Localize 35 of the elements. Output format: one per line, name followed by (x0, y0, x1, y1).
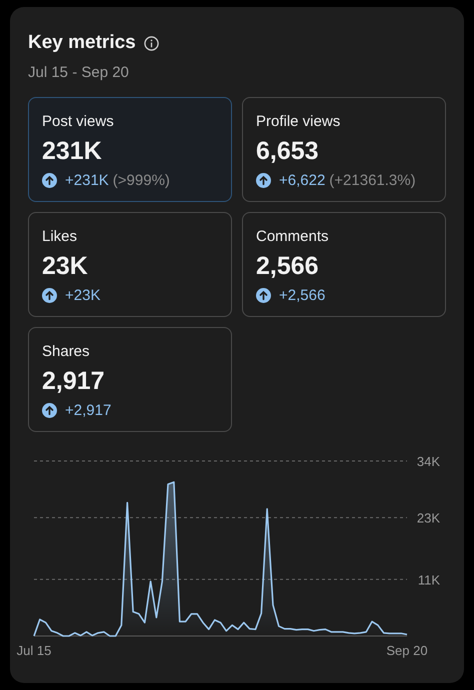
change-value: +6,622 (279, 170, 326, 190)
arrow-up-icon (42, 403, 57, 418)
metric-tile[interactable]: Shares 2,917 +2,917 (28, 327, 232, 432)
change-value: +231K (65, 170, 109, 190)
change-value: +2,917 (65, 400, 112, 420)
y-tick-label: 11K (418, 572, 440, 588)
metric-label: Profile views (256, 112, 342, 132)
metric-value: 2,566 (256, 250, 320, 280)
y-tick-label: 23K (416, 510, 440, 526)
date-range: Jul 15 - Sep 20 (28, 62, 130, 82)
metric-value: 23K (42, 250, 89, 280)
info-icon[interactable] (144, 36, 159, 51)
card-title: Key metrics (28, 31, 136, 55)
metric-label: Post views (42, 112, 115, 132)
metric-tile[interactable]: Comments 2,566 +2,566 (242, 212, 446, 317)
change-value: +23K (65, 286, 100, 306)
change-percent: (>999%) (112, 170, 170, 190)
change-percent: (+21361.3%) (329, 170, 416, 190)
metric-value: 231K (42, 136, 103, 166)
metric-tile[interactable]: Profile views 6,653 +6,622 (+21361.3%) (242, 97, 446, 202)
metric-label: Shares (42, 342, 91, 362)
x-tick-label: Sep 20 (386, 643, 428, 658)
metric-value: 2,917 (42, 366, 106, 396)
metric-value: 6,653 (256, 136, 320, 166)
metric-tile[interactable]: Post views 231K +231K (>999%) (28, 97, 232, 202)
arrow-up-icon (42, 173, 57, 188)
x-tick-label: Jul 15 (16, 643, 52, 658)
arrow-up-icon (42, 288, 57, 304)
y-tick-label: 34K (416, 454, 440, 469)
arrow-up-icon (256, 173, 271, 188)
arrow-up-icon (256, 288, 271, 304)
metric-label: Likes (42, 227, 78, 247)
metric-tile[interactable]: Likes 23K +23K (28, 212, 232, 317)
metric-label: Comments (256, 227, 330, 247)
change-value: +2,566 (279, 286, 326, 306)
